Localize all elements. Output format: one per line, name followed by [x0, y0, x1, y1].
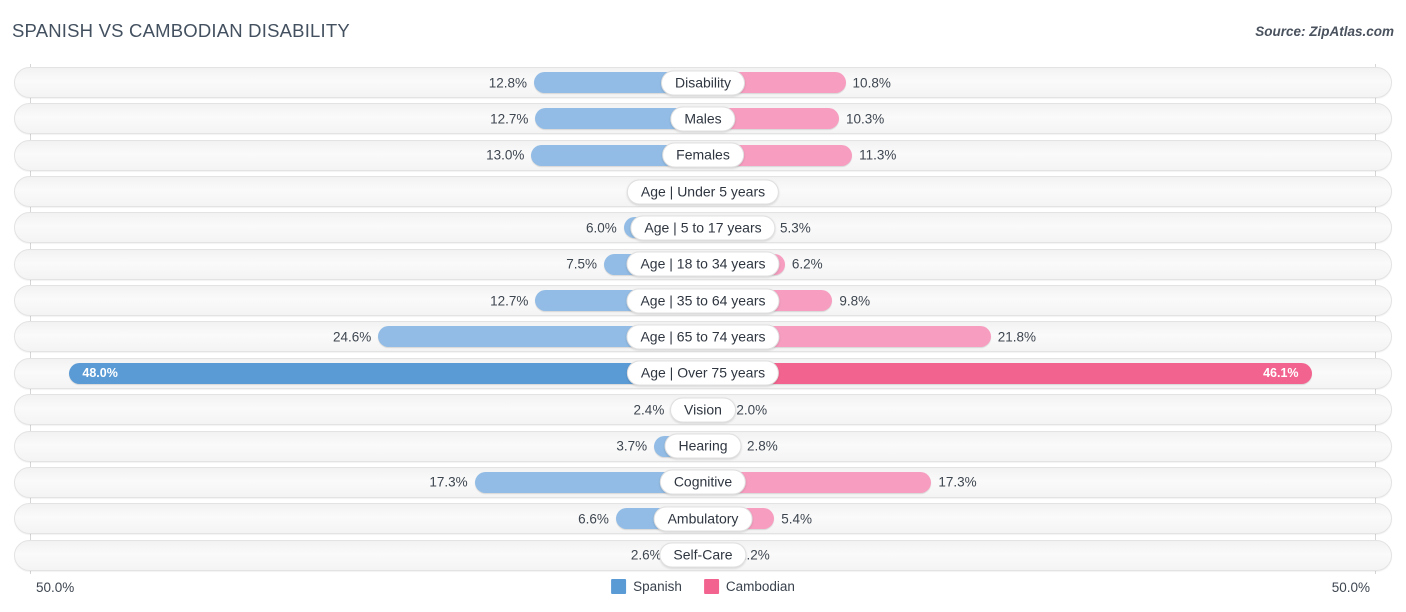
legend: Spanish Cambodian	[611, 579, 795, 594]
row-category-label[interactable]: Age | 65 to 74 years	[626, 324, 780, 350]
diverging-bar-plot: 12.8% 10.8% Disability 12.7% 10.3% Males 13.0%…	[0, 64, 1406, 574]
value-label-cambodian: 5.3%	[779, 220, 811, 236]
bar-spanish[interactable]	[69, 362, 703, 384]
chart-row: 12.7% 10.3% Males	[14, 103, 1392, 135]
value-label-cambodian: 2.8%	[746, 438, 778, 454]
row-category-label[interactable]: Age | Under 5 years	[626, 179, 780, 205]
legend-swatch-spanish	[611, 579, 627, 594]
value-label-spanish: 3.7%	[616, 438, 648, 454]
page-title: SPANISH VS CAMBODIAN DISABILITY	[12, 20, 350, 41]
value-label-cambodian: 9.8%	[839, 293, 871, 309]
value-label-spanish: 12.7%	[490, 293, 529, 309]
legend-item-spanish[interactable]: Spanish	[611, 579, 682, 594]
value-label-cambodian: 6.2%	[791, 256, 823, 272]
chart-row: 3.7% 2.8% Hearing	[14, 430, 1392, 462]
value-label-cambodian: 10.8%	[852, 75, 891, 90]
row-category-label[interactable]: Ambulatory	[653, 506, 753, 532]
legend-label-cambodian: Cambodian	[725, 579, 795, 594]
value-label-spanish: 12.8%	[488, 75, 528, 90]
value-label-spanish: 12.7%	[490, 111, 529, 127]
row-category-label[interactable]: Age | 5 to 17 years	[630, 215, 776, 241]
row-category-label[interactable]: Self-Care	[659, 542, 747, 568]
row-category-label[interactable]: Age | 18 to 34 years	[626, 251, 780, 277]
chart-row: 13.0% 11.3% Females	[14, 139, 1392, 171]
legend-item-cambodian[interactable]: Cambodian	[703, 579, 795, 594]
row-category-label[interactable]: Age | Over 75 years	[626, 360, 780, 386]
value-label-spanish: 24.6%	[333, 329, 372, 345]
value-label-cambodian: 21.8%	[997, 329, 1037, 345]
chart-row: 48.0% 46.1% Age | Over 75 years	[14, 357, 1392, 389]
value-label-cambodian: 5.4%	[781, 511, 813, 527]
chart-row: 1.4%1.2%Age | Under 5 years	[14, 176, 1392, 208]
chart-row: 6.0% 5.3% Age | 5 to 17 years	[14, 212, 1392, 244]
axis-max-label: 50.0%	[1331, 580, 1370, 595]
value-label-cambodian: 46.1%	[1263, 366, 1299, 381]
value-label-spanish: 6.6%	[578, 511, 609, 527]
value-label-spanish: 13.0%	[486, 147, 525, 163]
chart-row: 17.3% 17.3% Cognitive	[14, 466, 1392, 498]
row-category-label[interactable]: Age | 35 to 64 years	[626, 288, 780, 314]
value-label-spanish: 2.4%	[633, 402, 665, 418]
bar-cambodian[interactable]	[703, 362, 1312, 384]
axis-min-label: 50.0%	[36, 580, 75, 595]
value-label-cambodian: 11.3%	[859, 147, 897, 163]
row-category-label[interactable]: Hearing	[664, 433, 742, 459]
value-label-cambodian: 17.3%	[938, 474, 977, 490]
source-attribution: Source: ZipAtlas.com	[1255, 24, 1394, 39]
row-category-label[interactable]: Cognitive	[659, 469, 747, 495]
chart-row: 2.6% 2.2% Self-Care	[14, 539, 1392, 571]
row-category-label[interactable]: Females	[662, 142, 744, 168]
row-category-label[interactable]: Males	[670, 106, 736, 132]
chart-row: 12.8% 10.8% Disability	[14, 67, 1392, 98]
chart-footer: 50.0% 50.0% Spanish Cambodian	[0, 576, 1406, 612]
value-label-spanish: 6.0%	[586, 220, 617, 236]
chart-row: 7.5% 6.2% Age | 18 to 34 years	[14, 248, 1392, 280]
chart-row: 24.6% 21.8% Age | 65 to 74 years	[14, 321, 1392, 353]
row-category-label[interactable]: Vision	[670, 397, 736, 423]
value-label-cambodian: 10.3%	[845, 111, 885, 127]
value-label-cambodian: 2.0%	[736, 402, 768, 418]
chart-row: 2.4% 2.0% Vision	[14, 394, 1392, 426]
row-category-label[interactable]: Disability	[660, 70, 746, 95]
legend-swatch-cambodian	[703, 579, 719, 594]
value-label-spanish: 48.0%	[82, 366, 118, 381]
chart-root: SPANISH VS CAMBODIAN DISABILITY Source: …	[0, 0, 1406, 612]
legend-label-spanish: Spanish	[633, 579, 682, 594]
value-label-spanish: 17.3%	[429, 474, 468, 490]
value-label-spanish: 2.6%	[630, 547, 662, 563]
chart-row: 6.6% 5.4% Ambulatory	[14, 503, 1392, 535]
chart-row: 12.7% 9.8% Age | 35 to 64 years	[14, 285, 1392, 317]
value-label-spanish: 7.5%	[566, 256, 597, 272]
